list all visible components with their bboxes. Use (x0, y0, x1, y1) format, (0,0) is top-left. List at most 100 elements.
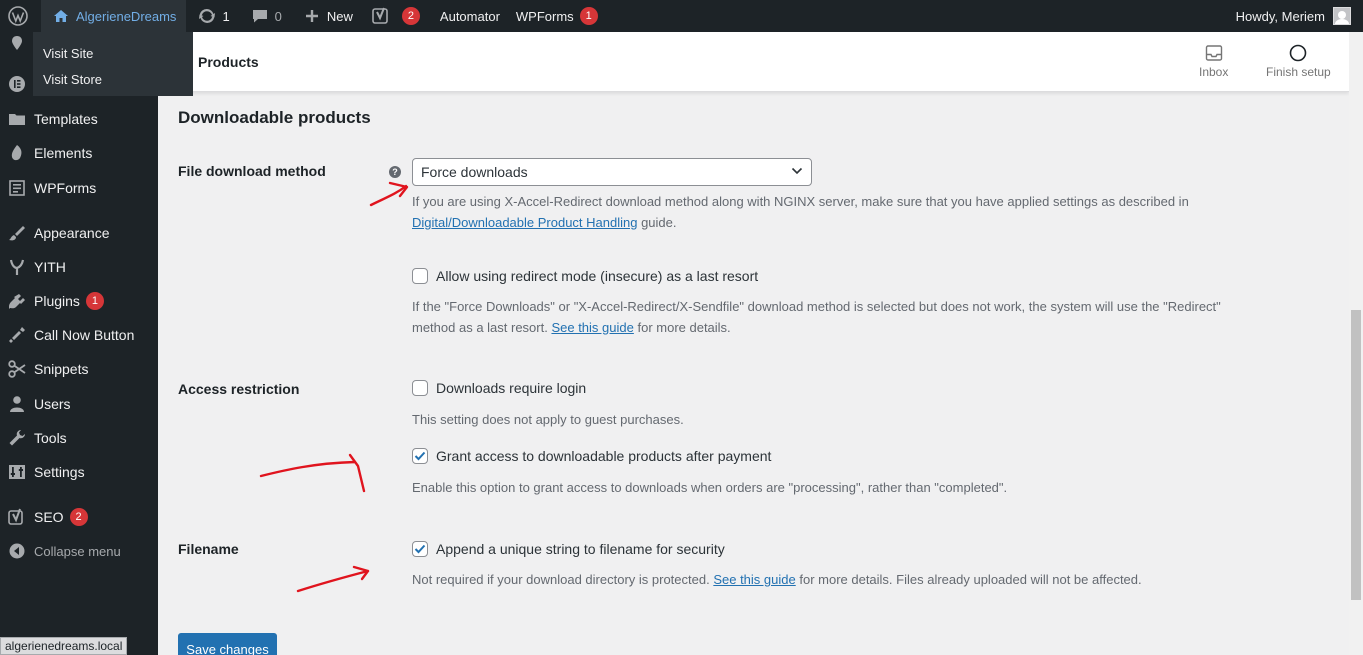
checkmark-icon (414, 544, 426, 554)
redirect-fallback-row: Allow using redirect mode (insecure) as … (412, 268, 758, 284)
sidebar-item-settings[interactable]: Settings (0, 455, 158, 489)
updates-count: 1 (222, 8, 230, 24)
grant-access-description: Enable this option to grant access to do… (412, 480, 1008, 495)
sidebar-item-label: Plugins (34, 293, 80, 309)
sidebar-item-label: Elements (34, 145, 93, 161)
admin-bar: AlgerieneDreams 1 0 New 2 Automator WPFo… (0, 0, 1363, 32)
download-method-select[interactable]: Force downloads (412, 158, 812, 186)
site-name-menu[interactable]: AlgerieneDreams (41, 0, 187, 32)
collapse-icon (0, 543, 34, 559)
status-url: algerienedreams.local (0, 637, 128, 655)
settings-icon (0, 463, 34, 481)
help-icon[interactable]: ? (389, 166, 401, 178)
scrollbar-thumb[interactable] (1351, 310, 1361, 600)
yoast-badge: 2 (401, 7, 420, 25)
append-string-row: Append a unique string to filename for s… (412, 541, 725, 557)
wordpress-logo-button[interactable] (0, 0, 41, 32)
collapse-menu-button[interactable]: Collapse menu (0, 534, 158, 568)
inbox-button[interactable]: Inbox (1199, 44, 1228, 79)
visit-site-link[interactable]: Visit Site (33, 41, 193, 67)
seo-badge: 2 (69, 508, 88, 526)
download-method-description: If you are using X-Accel-Redirect downlo… (412, 194, 1189, 230)
sidebar-item-wpforms[interactable]: WPForms (0, 171, 158, 205)
append-string-checkbox[interactable] (412, 541, 428, 557)
redirect-fallback-label[interactable]: Allow using redirect mode (insecure) as … (436, 268, 758, 284)
settings-content: Downloadable products File download meth… (158, 92, 1349, 655)
file-download-method-label: File download method (178, 163, 326, 179)
sidebar-item-label: WPForms (34, 180, 97, 196)
updates-icon (197, 6, 217, 26)
sidebar-item-appearance[interactable]: Appearance (0, 216, 158, 250)
plugin-icon (0, 292, 34, 310)
visit-store-link[interactable]: Visit Store (33, 67, 193, 93)
wpforms-menu[interactable]: WPForms 1 (509, 0, 605, 32)
yoast-icon (0, 508, 34, 526)
filename-guide-link[interactable]: See this guide (713, 572, 795, 587)
home-icon (51, 6, 71, 26)
new-content-button[interactable]: New (295, 0, 360, 32)
automator-menu[interactable]: Automator (433, 0, 507, 32)
require-login-row: Downloads require login (412, 380, 586, 396)
sidebar-item-label: Templates (34, 111, 98, 127)
page-title: Products (198, 54, 259, 70)
sidebar-item-yith[interactable]: YITH (0, 250, 158, 284)
require-login-description: This setting does not apply to guest pur… (412, 412, 684, 427)
updates-button[interactable]: 1 (190, 0, 236, 32)
site-name-label: AlgerieneDreams (76, 8, 177, 24)
save-changes-button[interactable]: Save changes (178, 633, 277, 655)
yoast-menu[interactable]: 2 (364, 0, 427, 32)
sidebar-item-plugins[interactable]: Plugins 1 (0, 284, 158, 318)
finish-setup-label: Finish setup (1266, 65, 1331, 79)
comments-button[interactable]: 0 (243, 0, 289, 32)
sidebar-item-seo[interactable]: SEO 2 (0, 500, 158, 534)
section-title: Downloadable products (178, 108, 371, 127)
inbox-icon (1205, 45, 1222, 61)
yoast-icon (371, 6, 391, 26)
sidebar-item-tools[interactable]: Tools (0, 421, 158, 455)
finish-setup-button[interactable]: Finish setup (1266, 44, 1331, 79)
yith-icon (0, 258, 34, 276)
download-method-value: Force downloads (421, 164, 528, 180)
grant-access-label[interactable]: Grant access to downloadable products af… (436, 448, 771, 464)
product-handling-link[interactable]: Digital/Downloadable Product Handling (412, 215, 637, 230)
sidebar-item-label: Settings (34, 464, 85, 480)
require-login-label[interactable]: Downloads require login (436, 380, 586, 396)
user-icon (0, 395, 34, 413)
comments-count: 0 (274, 8, 282, 24)
pin-icon (0, 34, 34, 52)
redirect-guide-link[interactable]: See this guide (551, 320, 633, 335)
comment-icon (250, 6, 270, 26)
grant-access-row: Grant access to downloadable products af… (412, 448, 771, 464)
access-restriction-label: Access restriction (178, 381, 300, 397)
sidebar-item-label: Appearance (34, 225, 110, 241)
site-name-dropdown: Visit Site Visit Store (33, 32, 193, 96)
my-account-menu[interactable]: Howdy, Meriem (1236, 7, 1363, 25)
wpforms-label: WPForms (515, 8, 574, 24)
require-login-checkbox[interactable] (412, 380, 428, 396)
redirect-fallback-checkbox[interactable] (412, 268, 428, 284)
sidebar-item-elements[interactable]: Elements (0, 136, 158, 170)
sidebar-item-snippets[interactable]: Snippets (0, 352, 158, 386)
avatar (1333, 7, 1351, 25)
elements-icon (0, 144, 34, 162)
sidebar-item-call-now-button[interactable]: Call Now Button (0, 318, 158, 352)
inbox-label: Inbox (1199, 65, 1229, 79)
append-string-label[interactable]: Append a unique string to filename for s… (436, 541, 725, 557)
howdy-label: Howdy, Meriem (1235, 8, 1325, 24)
sidebar-item-label: YITH (34, 259, 66, 275)
filename-label: Filename (178, 541, 239, 557)
folder-icon (0, 110, 34, 128)
page-header: Products Inbox Finish setup (158, 32, 1349, 92)
grant-access-checkbox[interactable] (412, 448, 428, 464)
page-scrollbar[interactable] (1349, 32, 1363, 655)
automator-label: Automator (439, 8, 500, 24)
new-label: New (326, 8, 353, 24)
sidebar-item-templates[interactable]: Templates (0, 102, 158, 136)
append-string-description: Not required if your download directory … (412, 572, 1142, 587)
wordpress-logo-icon (8, 6, 28, 26)
elementor-icon (0, 75, 34, 93)
sidebar-item-label: Collapse menu (34, 543, 121, 559)
plus-icon (302, 6, 322, 26)
wpforms-icon (0, 179, 34, 197)
sidebar-item-users[interactable]: Users (0, 387, 158, 421)
